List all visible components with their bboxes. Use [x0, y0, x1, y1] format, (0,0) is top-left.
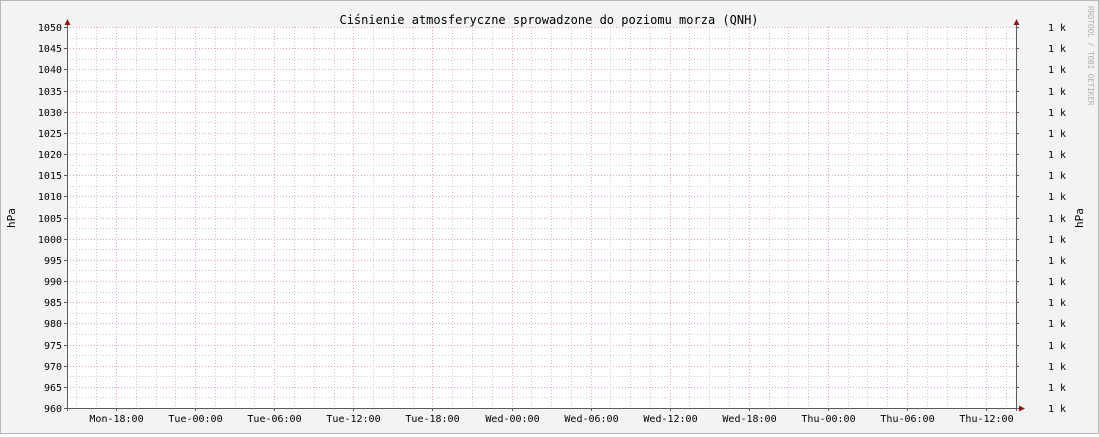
y-right-tick-label: 1 k [1048, 171, 1066, 182]
x-tick-label: Tue-00:00 [168, 414, 222, 425]
x-tick-label: Tue-18:00 [405, 414, 459, 425]
y-tick-label: 1010 [38, 192, 62, 203]
y-tick-label: 1045 [38, 44, 62, 55]
y-right-tick-label: 1 k [1048, 298, 1066, 309]
y-right-tick-label: 1 k [1048, 192, 1066, 203]
y-tick-label: 985 [44, 298, 62, 309]
x-tick-label: Tue-06:00 [247, 414, 301, 425]
x-tick-label: Wed-12:00 [643, 414, 697, 425]
watermark: RRDTOOL / TOBI OETIKER [1086, 6, 1095, 106]
y-tick-label: 1025 [38, 129, 62, 140]
y-tick-label: 1005 [38, 214, 62, 225]
y-axis-left-label: hPa [5, 208, 18, 228]
y-right-tick-label: 1 k [1048, 256, 1066, 267]
x-tick-label: Wed-06:00 [564, 414, 618, 425]
x-tick-label: Mon-18:00 [89, 414, 143, 425]
y-right-tick-label: 1 k [1048, 23, 1066, 34]
x-tick-label: Wed-18:00 [722, 414, 776, 425]
y-tick-label: 970 [44, 362, 62, 373]
y-tick-label: 1015 [38, 171, 62, 182]
y-tick-label: 1050 [38, 23, 62, 34]
y-tick-label: 1040 [38, 65, 62, 76]
x-tick-label: Thu-06:00 [880, 414, 934, 425]
plot-area [67, 27, 1016, 408]
y-right-tick-label: 1 k [1048, 108, 1066, 119]
y-tick-label: 990 [44, 277, 62, 288]
y-axis-right-tick-labels: 1 k 1 k 1 k 1 k 1 k 1 k 1 k 1 k 1 k 1 k 1 k 1 k 1 k 1… [1048, 23, 1066, 415]
y-right-tick-label: 1 k [1048, 65, 1066, 76]
y-right-tick-label: 1 k [1048, 44, 1066, 55]
x-tick-label: Wed-00:00 [485, 414, 539, 425]
y-axis-left-arrow [64, 19, 71, 25]
y-axis-right-label: hPa [1073, 208, 1086, 228]
x-axis-tick-labels: Mon-18:00 Tue-00:00 Tue-06:00 Tue-12:00 Tue-… [89, 414, 1013, 425]
y-axis-left-tick-labels: 960 965 970 975 980 985 990 995 1000 1005 1010 1015… [38, 23, 62, 415]
y-axis-right-arrow [1013, 19, 1020, 25]
y-tick-label: 960 [44, 404, 62, 415]
y-right-tick-label: 1 k [1048, 404, 1066, 415]
y-right-tick-label: 1 k [1048, 383, 1066, 394]
y-tick-label: 995 [44, 256, 62, 267]
chart-frame: 960 965 970 975 980 985 990 995 1000 1005 1010 1015… [0, 0, 1099, 434]
x-tick-label: Tue-12:00 [326, 414, 380, 425]
y-tick-label: 965 [44, 383, 62, 394]
x-tick-label: Thu-12:00 [959, 414, 1013, 425]
y-right-tick-label: 1 k [1048, 214, 1066, 225]
y-right-tick-label: 1 k [1048, 129, 1066, 140]
y-tick-label: 980 [44, 319, 62, 330]
x-axis-arrow [1019, 405, 1025, 412]
y-right-tick-label: 1 k [1048, 362, 1066, 373]
chart-title: Ciśnienie atmosferyczne sprowadzone do p… [339, 13, 758, 27]
y-right-tick-label: 1 k [1048, 319, 1066, 330]
y-right-tick-label: 1 k [1048, 277, 1066, 288]
y-tick-label: 1035 [38, 87, 62, 98]
y-tick-label: 975 [44, 341, 62, 352]
y-right-tick-label: 1 k [1048, 341, 1066, 352]
y-right-tick-label: 1 k [1048, 150, 1066, 161]
pressure-chart: 960 965 970 975 980 985 990 995 1000 1005 1010 1015… [5, 6, 1095, 425]
y-right-tick-label: 1 k [1048, 235, 1066, 246]
x-tick-label: Thu-00:00 [801, 414, 855, 425]
y-right-tick-label: 1 k [1048, 87, 1066, 98]
y-tick-label: 1030 [38, 108, 62, 119]
y-tick-label: 1000 [38, 235, 62, 246]
y-tick-label: 1020 [38, 150, 62, 161]
